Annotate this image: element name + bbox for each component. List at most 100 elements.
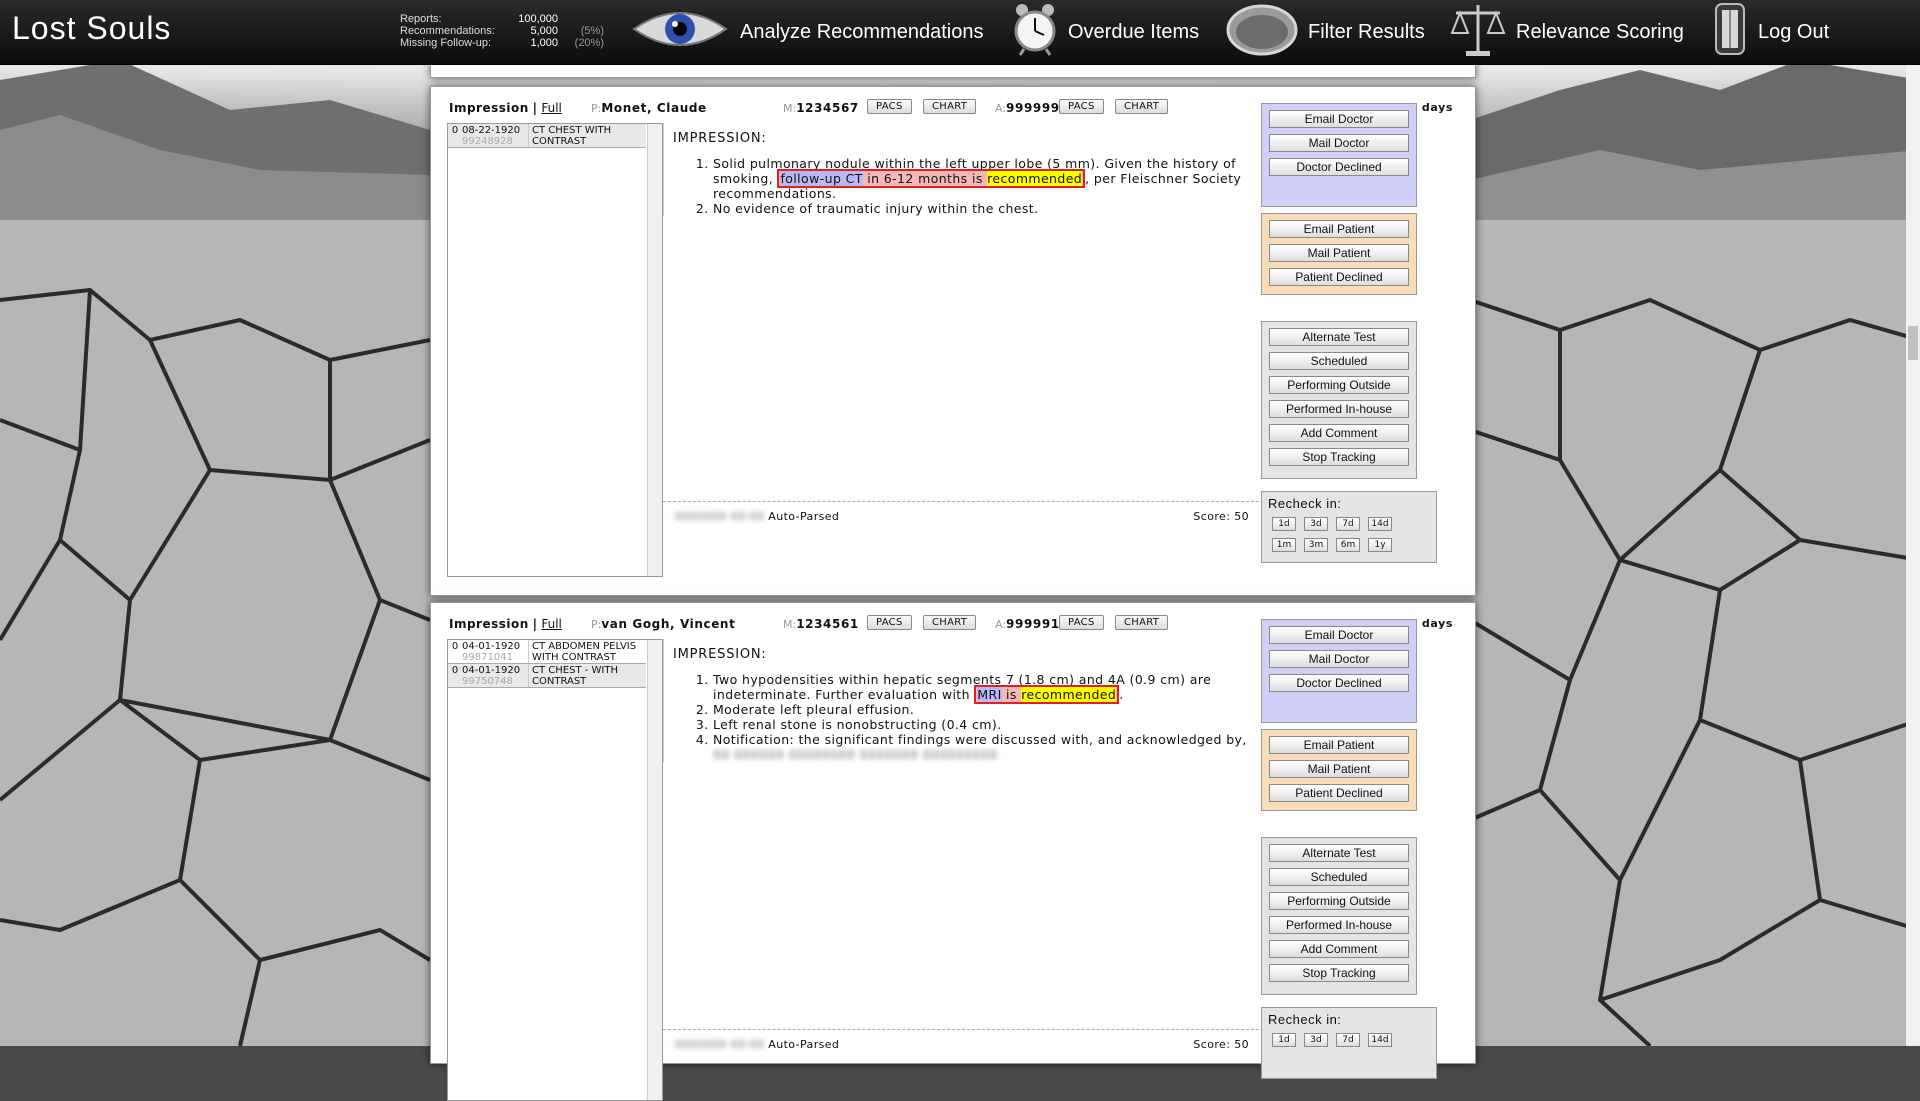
full-tab[interactable]: Full — [541, 617, 562, 631]
accession-value: 999991 — [1006, 617, 1060, 631]
finding-text: Notification: the significant findings w… — [713, 732, 1247, 747]
mrn-pacs-button[interactable]: PACS — [867, 615, 912, 630]
recheck-3d-button[interactable]: 3d — [1304, 1033, 1328, 1047]
mrn-chart-button[interactable]: CHART — [923, 99, 977, 114]
mail-patient-button[interactable]: Mail Patient — [1269, 244, 1409, 262]
stop-tracking-button[interactable]: Stop Tracking — [1269, 448, 1409, 466]
recheck-1y-button[interactable]: 1y — [1368, 538, 1392, 552]
mrn-pacs-button[interactable]: PACS — [867, 99, 912, 114]
report-card: Impression | Full P:van Gogh, Vincent M:… — [430, 602, 1476, 1101]
patient-declined-button[interactable]: Patient Declined — [1269, 268, 1409, 286]
performing-outside-button[interactable]: Performing Outside — [1269, 376, 1409, 394]
page-scrollbar[interactable] — [1906, 64, 1920, 1046]
scheduled-button[interactable]: Scheduled — [1269, 352, 1409, 370]
impression-tab[interactable]: Impression — [449, 617, 529, 631]
accession-chart-button[interactable]: CHART — [1115, 99, 1169, 114]
recommendation-highlight[interactable]: MRI is recommended — [974, 685, 1120, 704]
accession: A:999999 — [995, 101, 1060, 115]
patient-name: P:van Gogh, Vincent — [591, 617, 735, 631]
stat-pct: (20%) — [574, 37, 604, 49]
sieve-icon — [1226, 0, 1298, 64]
mrn-chart-button[interactable]: CHART — [923, 615, 977, 630]
study-row[interactable]: 0 08-22-1920 99248928 CT CHEST WITH CONTR… — [448, 124, 646, 148]
patient-actions-panel: Email Patient Mail Patient Patient Decli… — [1261, 729, 1417, 811]
other-actions-panel: Alternate Test Scheduled Performing Outs… — [1261, 321, 1417, 479]
stop-tracking-button[interactable]: Stop Tracking — [1269, 964, 1409, 982]
mrn: M:1234567 — [783, 101, 859, 115]
mail-doctor-button[interactable]: Mail Doctor — [1269, 650, 1409, 668]
stat-pct — [558, 13, 604, 25]
accession-pacs-button[interactable]: PACS — [1059, 615, 1104, 630]
study-count: 0 — [451, 125, 459, 136]
recheck-1d-button[interactable]: 1d — [1272, 517, 1296, 531]
highlight-text: is — [1001, 687, 1022, 702]
alternate-test-button[interactable]: Alternate Test — [1269, 844, 1409, 862]
study-date: 04-01-1920 99871041 — [462, 640, 528, 663]
add-comment-button[interactable]: Add Comment — [1269, 940, 1409, 958]
auto-parsed-text: Auto-Parsed — [768, 1038, 840, 1051]
recheck-1m-button[interactable]: 1m — [1272, 538, 1296, 552]
study-list-scrollbar[interactable] — [647, 640, 662, 1100]
impression-heading: IMPRESSION: — [673, 647, 767, 662]
stat-pct: (5%) — [580, 25, 604, 37]
recheck-buttons: 1d 3d 7d 14d — [1272, 1031, 1436, 1052]
scheduled-button[interactable]: Scheduled — [1269, 868, 1409, 886]
email-doctor-button[interactable]: Email Doctor — [1269, 110, 1409, 128]
stat-value: 5,000 — [530, 25, 558, 37]
email-patient-button[interactable]: Email Patient — [1269, 220, 1409, 238]
recheck-3d-button[interactable]: 3d — [1304, 517, 1328, 531]
nav-overdue-items[interactable]: Overdue Items — [1012, 0, 1199, 64]
performed-in-house-button[interactable]: Performed In-house — [1269, 916, 1409, 934]
eye-icon — [630, 5, 730, 59]
accession-prefix: A: — [995, 102, 1007, 115]
add-comment-button[interactable]: Add Comment — [1269, 424, 1409, 442]
study-list: 0 08-22-1920 99248928 CT CHEST WITH CONTR… — [447, 123, 663, 577]
study-row[interactable]: 0 04-01-1920 99871041 CT ABDOMEN PELVIS W… — [448, 640, 646, 664]
full-tab[interactable]: Full — [541, 101, 562, 115]
study-accession: 99750748 — [462, 676, 513, 687]
finding-item: Solid pulmonary nodule within the left u… — [713, 156, 1251, 201]
nav-log-out[interactable]: Log Out — [1712, 0, 1829, 64]
recheck-title: Recheck in: — [1268, 1012, 1342, 1027]
recheck-14d-button[interactable]: 14d — [1368, 1033, 1392, 1047]
page-scrollbar-thumb[interactable] — [1908, 326, 1918, 360]
recheck-7d-button[interactable]: 7d — [1336, 1033, 1360, 1047]
auto-parsed-label: 0000000 00:00 Auto-Parsed — [675, 1038, 839, 1051]
score-label: Score: 50 — [1193, 510, 1249, 523]
study-description: CT CHEST - WITH CONTRAST — [528, 664, 646, 687]
study-row[interactable]: 0 04-01-1920 99750748 CT CHEST - WITH CON… — [448, 664, 646, 688]
email-patient-button[interactable]: Email Patient — [1269, 736, 1409, 754]
patient-declined-button[interactable]: Patient Declined — [1269, 784, 1409, 802]
study-date-value: 04-01-1920 — [462, 665, 521, 676]
nav-filter-results[interactable]: Filter Results — [1226, 0, 1425, 64]
recheck-14d-button[interactable]: 14d — [1368, 517, 1392, 531]
redacted-timestamp: 0000000 00:00 — [675, 510, 765, 523]
mail-doctor-button[interactable]: Mail Doctor — [1269, 134, 1409, 152]
performing-outside-button[interactable]: Performing Outside — [1269, 892, 1409, 910]
auto-parsed-text: Auto-Parsed — [768, 510, 840, 523]
stats-summary: Reports: 100,000 Recommendations: 5,000 … — [400, 13, 604, 49]
recheck-1d-button[interactable]: 1d — [1272, 1033, 1296, 1047]
mail-patient-button[interactable]: Mail Patient — [1269, 760, 1409, 778]
stat-label: Recommendations: — [400, 25, 495, 37]
patient-name-value: Monet, Claude — [601, 101, 707, 115]
nav-analyze-recommendations[interactable]: Analyze Recommendations — [630, 0, 983, 64]
study-count: 0 — [451, 641, 459, 652]
patient-prefix: P: — [591, 618, 602, 631]
accession: A:999991 — [995, 617, 1060, 631]
patient-actions-panel: Email Patient Mail Patient Patient Decli… — [1261, 213, 1417, 295]
accession-chart-button[interactable]: CHART — [1115, 615, 1169, 630]
email-doctor-button[interactable]: Email Doctor — [1269, 626, 1409, 644]
nav-relevance-scoring[interactable]: Relevance Scoring — [1450, 0, 1684, 64]
mrn-value: 1234567 — [796, 101, 859, 115]
recheck-6m-button[interactable]: 6m — [1336, 538, 1360, 552]
recheck-7d-button[interactable]: 7d — [1336, 517, 1360, 531]
recheck-3m-button[interactable]: 3m — [1304, 538, 1328, 552]
doctor-declined-button[interactable]: Doctor Declined — [1269, 158, 1409, 176]
performed-in-house-button[interactable]: Performed In-house — [1269, 400, 1409, 418]
study-list-scrollbar[interactable] — [647, 124, 662, 576]
impression-tab[interactable]: Impression — [449, 101, 529, 115]
doctor-declined-button[interactable]: Doctor Declined — [1269, 674, 1409, 692]
accession-pacs-button[interactable]: PACS — [1059, 99, 1104, 114]
alternate-test-button[interactable]: Alternate Test — [1269, 328, 1409, 346]
